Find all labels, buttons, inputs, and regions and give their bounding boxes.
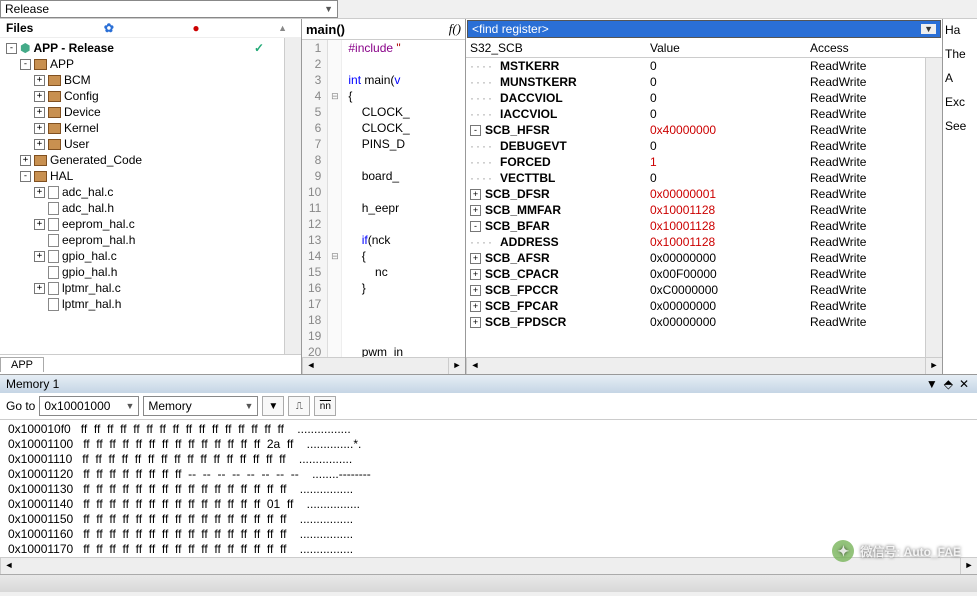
memory-panel: Memory 1 ▼ ⬘ ✕ Go to 0x10001000 ▼ Memory… <box>0 374 977 574</box>
memory-title: Memory 1 <box>6 377 59 391</box>
col-value: Value <box>650 41 810 55</box>
side-panel: Ha The A Exc See <box>943 19 977 374</box>
gear-icon[interactable]: ✿ <box>104 21 114 35</box>
scrollbar-v[interactable] <box>925 58 942 357</box>
tree-item[interactable]: +lptmr_hal.c <box>0 280 284 296</box>
tree-item[interactable]: lptmr_hal.h <box>0 296 284 312</box>
reg-hscroll[interactable]: ◄► <box>466 357 942 374</box>
register-row[interactable]: +SCB_FPCCR0xC0000000ReadWrite <box>466 282 925 298</box>
memory-titlebar[interactable]: Memory 1 ▼ ⬘ ✕ <box>0 375 977 393</box>
memory-hex-view[interactable]: 0x100010f0 ff ff ff ff ff ff ff ff ff ff… <box>0 420 977 557</box>
tree-item[interactable]: +Device <box>0 104 284 120</box>
register-panel: <find register> ▼ S32_SCB Value Access ·… <box>466 19 943 374</box>
function-title: main() <box>306 22 345 37</box>
register-row[interactable]: ····MSTKERR0ReadWrite <box>466 58 925 74</box>
tree-item[interactable]: +BCM <box>0 72 284 88</box>
tree-item[interactable]: +Generated_Code <box>0 152 284 168</box>
release-combo[interactable]: Release ▼ <box>0 0 338 18</box>
tree-item[interactable]: +Config <box>0 88 284 104</box>
status-bar <box>0 574 977 592</box>
register-row[interactable]: ····DEBUGEVT0ReadWrite <box>466 138 925 154</box>
register-row[interactable]: ····ADDRESS0x10001128ReadWrite <box>466 234 925 250</box>
register-list[interactable]: ····MSTKERR0ReadWrite····MUNSTKERR0ReadW… <box>466 58 925 357</box>
files-tabbar: APP <box>0 354 301 374</box>
tree-item[interactable]: eeprom_hal.h <box>0 232 284 248</box>
tree-item[interactable]: -HAL <box>0 168 284 184</box>
files-header: Files ✿ ● ▲ <box>0 19 301 38</box>
tree-item[interactable]: +gpio_hal.c <box>0 248 284 264</box>
register-row[interactable]: +SCB_FPDSCR0x00000000ReadWrite <box>466 314 925 330</box>
tool-button-2[interactable]: nn <box>314 396 336 416</box>
tree-item[interactable]: +eeprom_hal.c <box>0 216 284 232</box>
code-panel: main() f() 12345678910111213141516171819… <box>302 19 466 374</box>
tree-item[interactable]: +User <box>0 136 284 152</box>
pin-icon[interactable]: ⬘ <box>942 377 955 391</box>
chevron-down-icon: ▼ <box>921 24 936 34</box>
chevron-down-icon: ▼ <box>125 401 134 411</box>
tree-item[interactable]: adc_hal.h <box>0 200 284 216</box>
register-row[interactable]: -SCB_BFAR0x10001128ReadWrite <box>466 218 925 234</box>
memory-view-combo[interactable]: Memory ▼ <box>143 396 258 416</box>
register-row[interactable]: +SCB_CPACR0x00F00000ReadWrite <box>466 266 925 282</box>
code-hscroll[interactable]: ◄► <box>302 357 465 374</box>
register-row[interactable]: +SCB_DFSR0x00000001ReadWrite <box>466 186 925 202</box>
close-icon[interactable]: ✕ <box>957 377 971 391</box>
register-row[interactable]: ····FORCED1ReadWrite <box>466 154 925 170</box>
files-title: Files <box>6 21 33 35</box>
register-row[interactable]: ····DACCVIOL0ReadWrite <box>466 90 925 106</box>
up-icon[interactable]: ▲ <box>278 23 287 33</box>
dropdown-icon[interactable]: ▼ <box>924 377 940 391</box>
check-icon: ✓ <box>254 41 264 55</box>
goto-label: Go to <box>6 399 35 413</box>
dropdown-button[interactable]: ▼ <box>262 396 284 416</box>
code-editor[interactable]: 1234567891011121314151617181920 ⊟⊟ #incl… <box>302 40 465 357</box>
find-register-input[interactable]: <find register> ▼ <box>467 20 941 38</box>
record-icon[interactable]: ● <box>192 21 199 35</box>
register-row[interactable]: ····MUNSTKERR0ReadWrite <box>466 74 925 90</box>
register-row[interactable]: ····IACCVIOL0ReadWrite <box>466 106 925 122</box>
register-row[interactable]: -SCB_HFSR0x40000000ReadWrite <box>466 122 925 138</box>
tree-root[interactable]: -⬢ APP - Release ✓ <box>0 40 284 56</box>
scrollbar-v[interactable] <box>284 38 301 354</box>
register-row[interactable]: +SCB_AFSR0x00000000ReadWrite <box>466 250 925 266</box>
chevron-down-icon: ▼ <box>244 401 253 411</box>
chevron-down-icon: ▼ <box>324 4 333 14</box>
fx-icon[interactable]: f() <box>449 21 461 37</box>
tree-item[interactable]: -APP <box>0 56 284 72</box>
files-panel: Files ✿ ● ▲ -⬢ APP - Release ✓ -APP+BCM+… <box>0 19 302 374</box>
register-row[interactable]: ····VECTTBL0ReadWrite <box>466 170 925 186</box>
col-name: S32_SCB <box>470 41 650 55</box>
release-value: Release <box>5 2 49 16</box>
tab-app[interactable]: APP <box>0 357 44 372</box>
register-columns: S32_SCB Value Access <box>466 39 942 58</box>
register-row[interactable]: +SCB_MMFAR0x10001128ReadWrite <box>466 202 925 218</box>
tool-button-1[interactable]: ⎍ <box>288 396 310 416</box>
col-access: Access <box>810 41 938 55</box>
tree-item[interactable]: +Kernel <box>0 120 284 136</box>
tree-item[interactable]: +adc_hal.c <box>0 184 284 200</box>
register-row[interactable]: +SCB_FPCAR0x00000000ReadWrite <box>466 298 925 314</box>
file-tree[interactable]: -⬢ APP - Release ✓ -APP+BCM+Config+Devic… <box>0 38 284 354</box>
goto-address-input[interactable]: 0x10001000 ▼ <box>39 396 139 416</box>
tree-item[interactable]: gpio_hal.h <box>0 264 284 280</box>
mem-hscroll[interactable]: ◄► <box>0 557 977 574</box>
